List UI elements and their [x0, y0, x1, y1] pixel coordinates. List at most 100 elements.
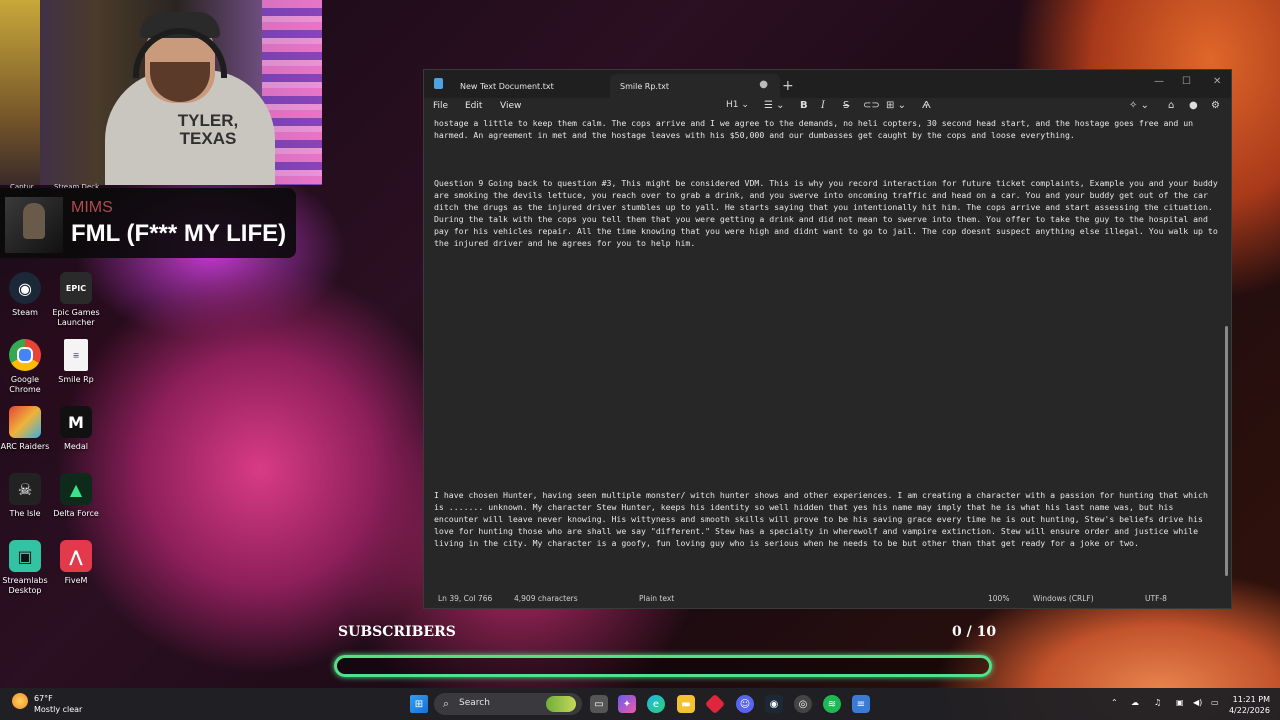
copilot-dropdown[interactable]: ✧ ⌄: [1129, 100, 1149, 111]
tab-new-text-document[interactable]: New Text Document.txt: [450, 74, 630, 98]
tab-smile-rp[interactable]: Smile Rp.txt ●: [610, 74, 780, 98]
steam-icon: ◉: [9, 272, 41, 304]
copilot-icon[interactable]: ✦: [618, 695, 636, 713]
tray-overflow-icon[interactable]: ⌃: [1111, 697, 1118, 708]
account-icon: ●: [1189, 100, 1198, 111]
notepad-taskbar-icon[interactable]: ≡: [852, 695, 870, 713]
weather-widget[interactable]: 67°F Mostly clear: [34, 693, 82, 715]
desktop-icon-label: Epic Games Launcher: [52, 308, 100, 327]
weather-desc: Mostly clear: [34, 705, 83, 714]
gear-icon: ⚙: [1211, 100, 1220, 111]
weather-temp: 67°F: [34, 694, 53, 703]
settings-button[interactable]: ⚙: [1211, 100, 1220, 111]
desktop-icon-steam[interactable]: ◉ Steam: [0, 272, 50, 318]
subscribers-count: 0 / 10: [952, 624, 997, 640]
desktop-icon-label: Streamlabs Desktop: [2, 576, 48, 595]
zoom-level[interactable]: 100%: [988, 594, 1009, 603]
table-dropdown[interactable]: ⊞ ⌄: [886, 100, 906, 111]
desktop-icon-label: Steam: [12, 308, 38, 317]
desktop-icon-medal[interactable]: M Medal: [51, 406, 101, 452]
list-dropdown[interactable]: ☰ ⌄: [764, 100, 785, 111]
desktop-icon-label: Delta Force: [53, 509, 99, 518]
chevron-down-icon: ⌄: [776, 100, 785, 111]
link-button[interactable]: ⊂⊃: [863, 100, 880, 111]
menu-file[interactable]: File: [433, 101, 448, 111]
volume-icon[interactable]: ◀): [1193, 697, 1202, 708]
text-file-icon: ≡: [64, 339, 88, 371]
subscribers-progress-bar: [334, 655, 992, 677]
chevron-down-icon: ⌄: [897, 100, 906, 111]
minimize-button[interactable]: —: [1154, 76, 1164, 87]
network-icon[interactable]: ▣: [1176, 697, 1184, 708]
tab-label: New Text Document.txt: [460, 81, 554, 91]
steam-taskbar-icon[interactable]: ◉: [765, 695, 783, 713]
now-playing-artist: MIMS: [71, 199, 113, 216]
the-isle-icon: ☠: [9, 473, 41, 505]
text-editor[interactable]: hostage a little to keep them calm. The …: [434, 117, 1219, 572]
italic-button[interactable]: I: [821, 100, 825, 111]
spotify-icon[interactable]: ≋: [823, 695, 841, 713]
account-button[interactable]: ●: [1189, 100, 1198, 111]
feedback-button[interactable]: ⌂: [1168, 100, 1174, 111]
strikethrough-button[interactable]: S: [843, 100, 849, 111]
desktop-icon-label: Google Chrome: [9, 375, 41, 394]
discord-icon[interactable]: ☺: [736, 695, 754, 713]
task-view-icon[interactable]: ▭: [590, 695, 608, 713]
copilot-icon: ✧: [1129, 100, 1138, 111]
desktop-icon-streamlabs[interactable]: ▣ Streamlabs Desktop: [0, 540, 50, 596]
bold-icon: B: [800, 100, 808, 111]
desktop-icon-label: ARC Raiders: [0, 442, 50, 451]
encoding[interactable]: UTF-8: [1145, 594, 1167, 603]
desktop-icon-smile-rp[interactable]: ≡ Smile Rp: [51, 339, 101, 385]
desktop-icon-chrome[interactable]: Google Chrome: [0, 339, 50, 395]
obs-icon[interactable]: ◎: [794, 695, 812, 713]
cloud-icon[interactable]: ☁: [1131, 697, 1139, 708]
desktop-icon-the-isle[interactable]: ☠ The Isle: [0, 473, 50, 519]
desktop-icon-label: Smile Rp: [58, 375, 94, 384]
desktop-icon-label: FiveM: [64, 576, 88, 585]
now-playing-widget: MIMS FML (F*** MY LIFE): [0, 188, 296, 258]
maximize-button[interactable]: ☐: [1182, 76, 1191, 87]
text-format[interactable]: Plain text: [639, 594, 674, 603]
plus-icon: +: [782, 78, 794, 94]
desktop-icon-fivem[interactable]: ⋀ FiveM: [51, 540, 101, 586]
webcam-overlay: TYLER, TEXAS: [0, 0, 322, 185]
feedback-icon: ⌂: [1168, 100, 1175, 111]
desktop-icon-label: Medal: [63, 442, 89, 451]
new-tab-button[interactable]: +: [782, 74, 794, 98]
heading-dropdown[interactable]: H1 ⌄: [726, 100, 749, 110]
paragraph-hostage: hostage a little to keep them calm. The …: [434, 118, 1199, 140]
shirt-text: TYLER, TEXAS: [177, 111, 239, 148]
app-red-diamond-icon[interactable]: [704, 693, 726, 715]
strikethrough-icon: S: [843, 100, 850, 111]
chevron-down-icon: ⌄: [741, 100, 749, 110]
status-bar: Ln 39, Col 766 4,909 characters Plain te…: [424, 588, 1231, 608]
subscribers-label: SUBSCRIBERS: [338, 624, 456, 640]
microphone-icon[interactable]: ♫: [1154, 697, 1161, 708]
vertical-scrollbar[interactable]: [1225, 326, 1228, 576]
clock[interactable]: 11:21 PM 4/22/2026: [1222, 694, 1270, 716]
webcam-background-poster: [0, 0, 40, 185]
paragraph-question-9: Question 9 Going back to question #3, Th…: [434, 178, 1223, 248]
menu-edit[interactable]: Edit: [465, 101, 482, 111]
medal-icon: M: [60, 406, 92, 438]
desktop-icon-arc-raiders[interactable]: ARC Raiders: [0, 406, 50, 452]
unsaved-dot-icon[interactable]: ●: [759, 79, 768, 90]
menu-view[interactable]: View: [500, 101, 521, 111]
battery-icon[interactable]: ▭: [1211, 697, 1219, 708]
file-explorer-icon[interactable]: ▬: [677, 695, 695, 713]
line-ending[interactable]: Windows (CRLF): [1033, 594, 1094, 603]
search-box[interactable]: ⌕ Search: [434, 693, 582, 715]
desktop-icon-delta-force[interactable]: ▲ Delta Force: [51, 473, 101, 519]
desktop-icon-epic-games[interactable]: EPIC Epic Games Launcher: [51, 272, 101, 328]
start-button[interactable]: ⊞: [410, 695, 428, 713]
clear-formatting-button[interactable]: Ѧ: [922, 100, 931, 111]
table-icon: ⊞: [886, 100, 895, 111]
notepad-window: New Text Document.txt Smile Rp.txt ● + —…: [423, 69, 1232, 609]
bold-button[interactable]: B: [800, 100, 808, 111]
edge-icon[interactable]: e: [647, 695, 665, 713]
search-highlight-icon: [546, 696, 576, 712]
now-playing-title: FML (F*** MY LIFE): [71, 220, 287, 247]
weather-moon-icon[interactable]: [12, 693, 28, 709]
close-button[interactable]: ✕: [1213, 76, 1221, 87]
